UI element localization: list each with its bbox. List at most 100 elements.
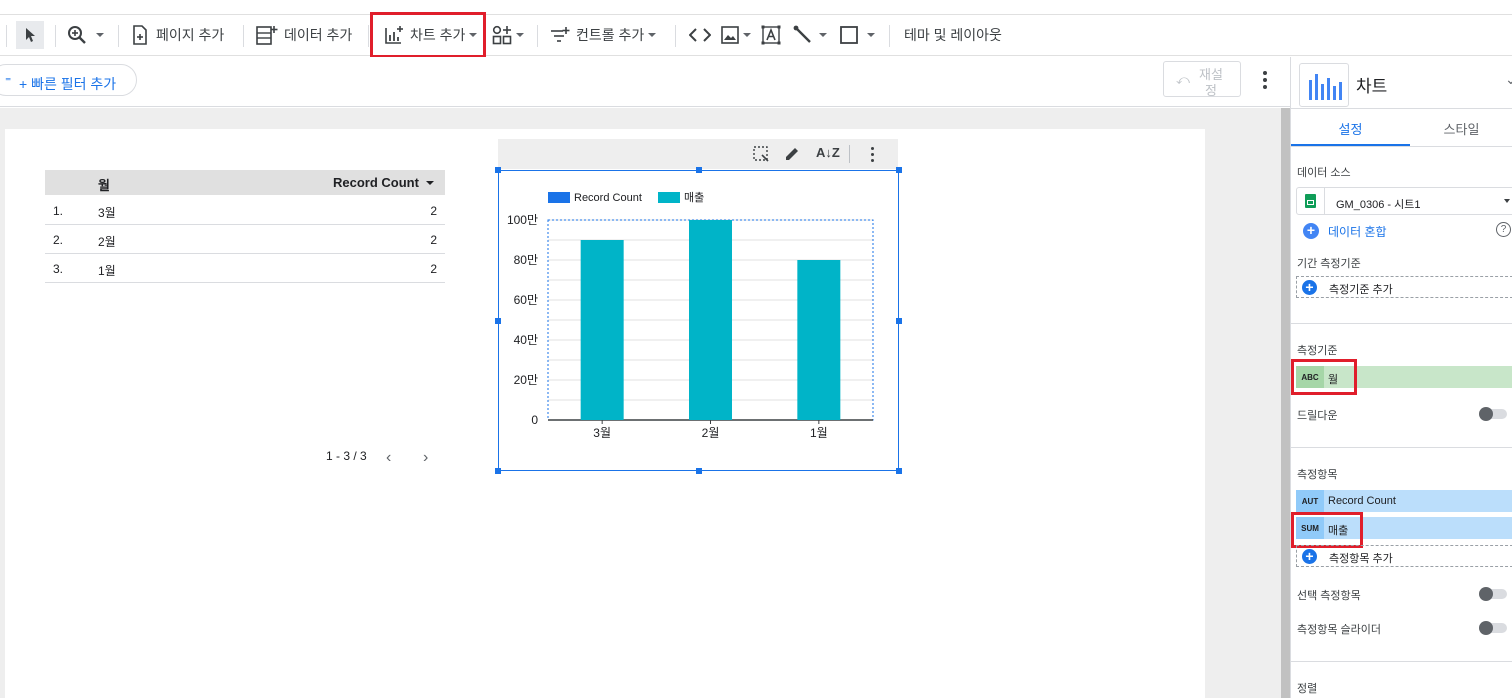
line-button[interactable] (793, 15, 827, 55)
add-page-icon (133, 25, 147, 45)
add-metric[interactable]: + 측정항목 추가 (1296, 545, 1512, 567)
help-icon[interactable]: ? (1496, 222, 1511, 237)
toolbar-divider (118, 25, 119, 47)
shape-button[interactable] (840, 15, 875, 55)
add-component-button[interactable] (492, 15, 524, 55)
row-month: 3월 (98, 206, 116, 220)
metric-section-label: 측정항목 (1297, 469, 1338, 481)
tab-setup[interactable]: 설정 (1291, 109, 1410, 146)
metric-sliders-label: 측정항목 슬라이더 (1297, 624, 1382, 636)
more-options-icon[interactable] (1258, 69, 1272, 91)
highlight-box (370, 12, 486, 58)
add-data-icon (256, 26, 278, 45)
line-icon (793, 25, 811, 43)
chart-type-button[interactable] (1299, 63, 1349, 107)
toolbar-divider (368, 25, 369, 47)
data-source-label: 데이터 소스 (1297, 167, 1351, 179)
add-page-button[interactable]: 페이지 추가 (131, 15, 224, 55)
table-row[interactable]: 3. 1월 2 (45, 254, 445, 283)
next-page-icon[interactable]: › (423, 449, 428, 467)
toolbar-divider (537, 25, 538, 47)
add-metric-label: 측정항목 추가 (1329, 553, 1393, 565)
theme-layout-label: 테마 및 레이아웃 (904, 27, 1002, 43)
blend-data-link[interactable]: 데이터 혼합 (1328, 223, 1387, 240)
toolbar-divider (889, 25, 890, 47)
undo-icon: ⤺ (1176, 72, 1190, 87)
filter-icon: ⁼ (5, 74, 12, 88)
add-data-button[interactable]: 데이터 추가 (256, 15, 352, 55)
optional-metrics-toggle[interactable] (1479, 587, 1507, 601)
table-row[interactable]: 2. 2월 2 (45, 225, 445, 254)
chevron-down-icon (1504, 199, 1510, 203)
divider (1291, 661, 1512, 662)
divider (1291, 447, 1512, 448)
legend-label: Record Count (574, 192, 642, 204)
prev-page-icon[interactable]: ‹ (386, 449, 391, 467)
table-row[interactable]: 1. 3월 2 (45, 196, 445, 225)
sort-az-icon[interactable]: A↓Z (816, 145, 840, 160)
data-source-selector[interactable]: GM_0306 - 시트1 (1296, 187, 1512, 215)
bar-sales (797, 260, 841, 420)
bar-chart[interactable]: 0 20만 40만 60만 80만 100만 3월 2월 1월 Record Count 매출 (498, 170, 898, 470)
add-page-label: 페이지 추가 (156, 27, 225, 43)
chart-more-icon[interactable] (871, 147, 875, 163)
row-index: 2. (53, 233, 64, 247)
column-header-month[interactable]: 월 (98, 175, 110, 194)
theme-layout-button[interactable]: 테마 및 레이아웃 (904, 15, 1002, 55)
add-control-button[interactable]: 컨트롤 추가 (550, 15, 657, 55)
bar-chart-icon (1309, 74, 1342, 100)
row-month: 1월 (98, 264, 116, 278)
row-count: 2 (430, 233, 437, 247)
zoom-in-icon (68, 26, 86, 44)
text-box-button[interactable] (761, 15, 781, 55)
chevron-down-icon (516, 33, 524, 37)
properties-panel: 차트 ⌄ 설정 스타일 데이터 소스 GM_0306 - 시트1 + 데이터 혼… (1290, 57, 1512, 698)
select-tool-button[interactable] (16, 21, 44, 49)
bar-sales (689, 220, 732, 420)
image-icon (721, 26, 739, 44)
chevron-down-icon (743, 33, 751, 37)
toolbar-divider (55, 25, 56, 47)
panel-title: 차트 (1356, 77, 1388, 96)
toolbar: 페이지 추가 데이터 추가 차트 추가 컨트롤 추가 테마 및 레이아웃 (0, 12, 1512, 58)
toolbar-divider (675, 25, 676, 47)
add-component-icon (492, 25, 512, 45)
zoom-button[interactable] (67, 15, 104, 55)
drilldown-label: 드릴다운 (1297, 410, 1338, 422)
add-date-dimension[interactable]: + 측정기준 추가 (1296, 276, 1512, 298)
y-tick-label: 40만 (514, 333, 538, 347)
chevron-down-icon (648, 33, 657, 37)
x-tick-label: 3월 (593, 426, 611, 440)
row-index: 3. (53, 262, 64, 276)
y-tick-label: 80만 (514, 253, 538, 267)
select-area-icon[interactable] (753, 146, 769, 162)
metric-sliders-toggle[interactable] (1479, 621, 1507, 635)
chevron-down-icon[interactable]: ⌄ (1505, 71, 1512, 88)
sort-desc-icon[interactable] (426, 181, 434, 185)
reset-button[interactable]: ⤺ 재설 정 (1163, 61, 1241, 98)
legend-swatch (658, 192, 680, 203)
highlight-box (1291, 512, 1363, 548)
data-source-name: GM_0306 - 시트1 (1336, 199, 1421, 211)
drilldown-toggle[interactable] (1479, 407, 1507, 421)
bar-sales (580, 240, 624, 420)
y-tick-label: 100만 (507, 213, 538, 227)
image-button[interactable] (721, 15, 751, 55)
optional-metrics-label: 선택 측정항목 (1297, 590, 1361, 602)
rectangle-icon (840, 26, 858, 44)
metric-chip-record-count[interactable]: AUT Record Count (1296, 490, 1512, 512)
canvas-scrollbar[interactable] (1281, 108, 1290, 698)
x-tick-label: 1월 (810, 426, 828, 440)
y-tick-label: 20만 (514, 373, 538, 387)
pagination-label: 1 - 3 / 3 (326, 449, 367, 463)
quick-filter-button[interactable]: ⁼ + 빠른 필터 추가 (0, 64, 137, 96)
tab-setup-label: 설정 (1338, 122, 1363, 137)
reset-label-line2: 정 (1205, 83, 1217, 98)
embed-code-button[interactable] (689, 15, 711, 55)
column-header-record-count[interactable]: Record Count (333, 175, 419, 190)
code-icon (689, 28, 711, 42)
y-tick-label: 0 (531, 413, 538, 427)
tab-style-label: 스타일 (1443, 122, 1480, 137)
edit-pencil-icon[interactable] (784, 146, 800, 162)
tab-style[interactable]: 스타일 (1410, 109, 1512, 146)
